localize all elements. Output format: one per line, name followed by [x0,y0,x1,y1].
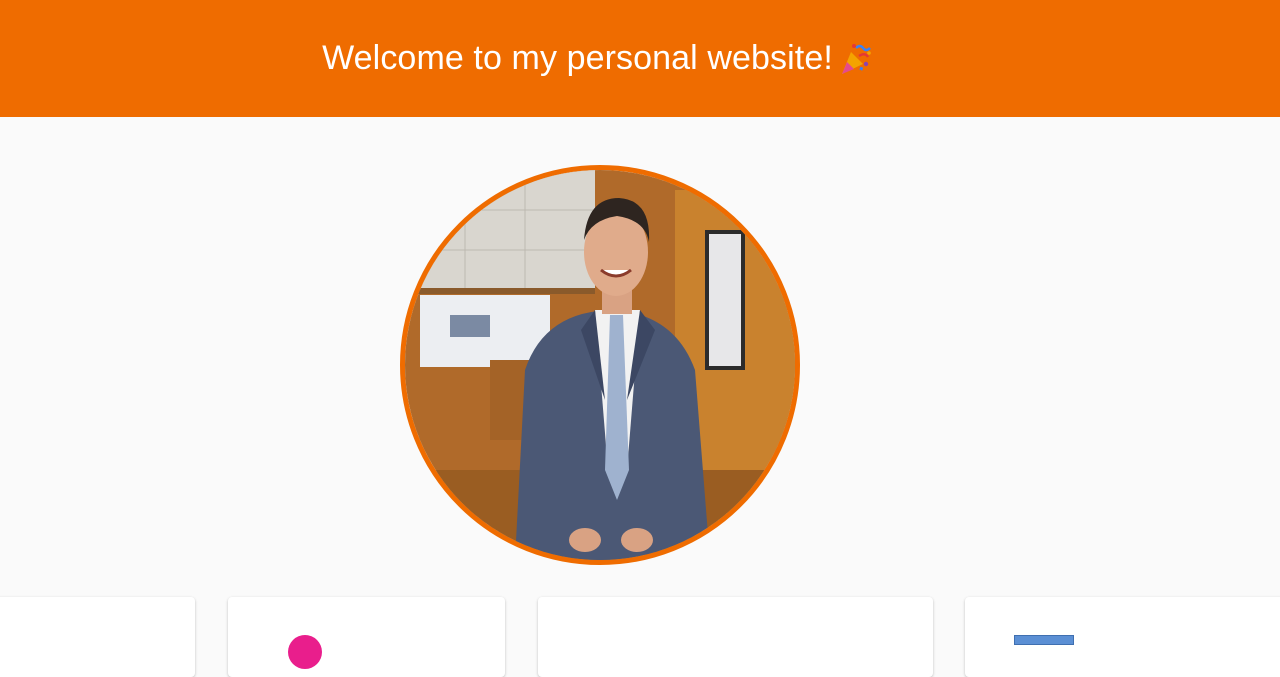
feature-card[interactable] [965,597,1280,677]
site-header: Welcome to my personal website! [0,0,1280,117]
main-content [0,117,1280,677]
feature-card[interactable] [538,597,933,677]
profile-photo [400,165,800,565]
laptop-icon [1014,635,1074,645]
header-title-group: Welcome to my personal website! [322,39,873,78]
feature-card[interactable] [0,597,195,677]
party-popper-icon [839,42,873,76]
pink-circle-icon [288,635,322,669]
feature-card[interactable] [228,597,505,677]
page-title: Welcome to my personal website! [322,39,833,77]
